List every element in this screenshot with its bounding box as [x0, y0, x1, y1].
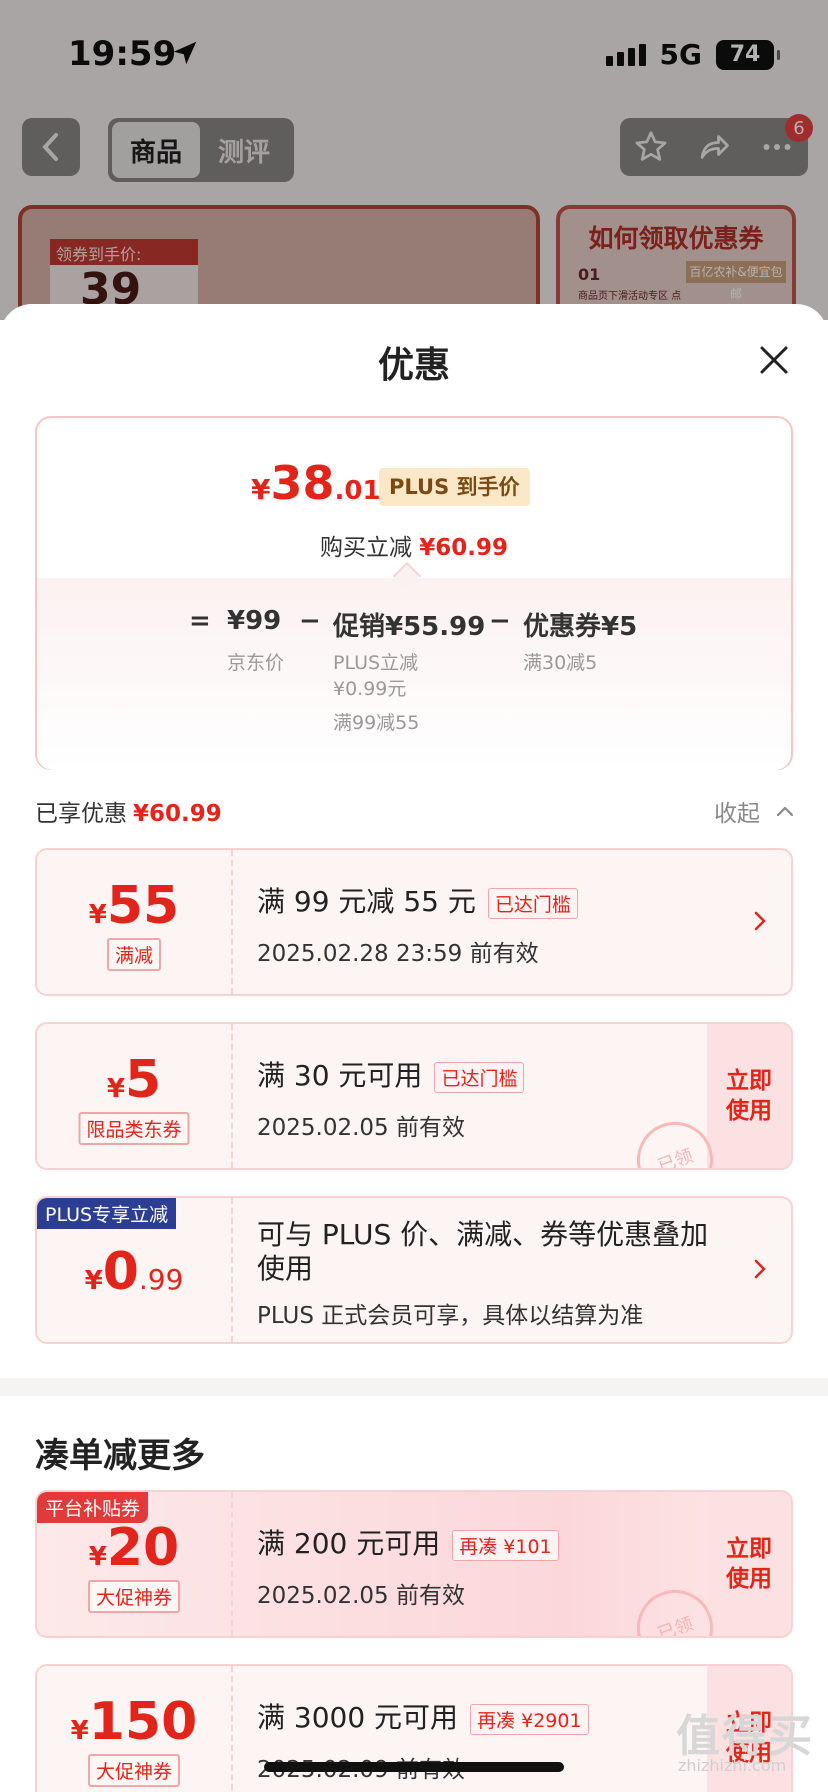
- watermark-url: zhizhizhi.com: [678, 1756, 787, 1775]
- coupon-amount: ¥5: [106, 1050, 162, 1110]
- enjoyed-amount: ¥60.99: [133, 801, 222, 827]
- coupon-description: PLUS 正式会员可享，具体以结算为准: [257, 1303, 644, 1329]
- close-icon[interactable]: [754, 340, 794, 380]
- coupon-value-area: ¥0.99: [37, 1198, 231, 1342]
- promo-amount: 促销¥55.99: [333, 612, 486, 642]
- home-indicator: [264, 1762, 564, 1772]
- coupon-amount: ¥55: [88, 876, 180, 936]
- coupon-divider: [231, 1024, 233, 1168]
- coupon-title: 满 99 元减 55 元已达门槛: [257, 880, 578, 920]
- use-now-button[interactable]: 立即使用: [707, 1024, 791, 1168]
- coupon-amount: ¥20: [88, 1518, 180, 1578]
- price-summary-card: ¥38.01 PLUS 到手价 购买立减 ¥60.99 = ¥99 京东价 − …: [35, 416, 793, 770]
- reduce-line: 购买立减 ¥60.99: [37, 528, 791, 562]
- coupon-value-area: ¥55 满减: [37, 850, 231, 994]
- promo-sub-full-reduce: 满99减55: [333, 712, 420, 734]
- promo-sub-plus-amount: ¥0.99元: [333, 678, 407, 700]
- coupon-sub: 满30减5: [523, 652, 598, 674]
- coupon-value-area: ¥5 限品类东券: [37, 1024, 231, 1168]
- coupon-value-area: ¥150 大促神券: [37, 1666, 231, 1792]
- coupon-divider: [231, 1198, 233, 1342]
- watermark-logo: 值得买: [676, 1711, 814, 1762]
- coupon-card[interactable]: ¥55 满减 满 99 元减 55 元已达门槛 2025.02.28 23:59…: [35, 848, 793, 996]
- section-divider: [0, 1378, 828, 1396]
- promo-sub-plus: PLUS立减: [333, 652, 419, 674]
- coupon-expiry: 2025.02.28 23:59 前有效: [257, 941, 539, 967]
- coupon-divider: [231, 1666, 233, 1792]
- coupon-expiry: 2025.02.05 前有效: [257, 1583, 465, 1609]
- coupon-title: 满 3000 元可用 再凑 ¥2901: [257, 1696, 589, 1736]
- threshold-badge: 已达门槛: [487, 887, 578, 919]
- needs-more-badge: 再凑 ¥101: [452, 1529, 559, 1561]
- reduce-label: 购买立减: [319, 535, 412, 561]
- coupon-type-tag: 限品类东券: [78, 1112, 190, 1145]
- sheet-title: 优惠: [377, 345, 450, 386]
- base-price: ¥99: [227, 606, 282, 636]
- enjoyed-discount: 已享优惠 ¥60.99: [35, 794, 222, 828]
- final-price: ¥38.01: [251, 456, 381, 510]
- discount-sheet: 优惠 ¥38.01 PLUS 到手价 购买立减 ¥60.99 = ¥99 京东价…: [0, 304, 828, 1792]
- chevron-right-icon[interactable]: [753, 910, 767, 932]
- coupon-amount: 优惠券¥5: [523, 612, 638, 642]
- reduce-amount: ¥60.99: [419, 535, 509, 561]
- coupon-type-tag: 大促神券: [87, 1580, 181, 1613]
- coupon-amount: ¥150: [70, 1692, 198, 1752]
- coupon-divider: [231, 1492, 233, 1636]
- coupon-title: 满 200 元可用 再凑 ¥101: [257, 1522, 559, 1562]
- needs-more-badge: 再凑 ¥2901: [470, 1703, 589, 1735]
- collapse-button[interactable]: 收起: [714, 794, 760, 828]
- coupon-title: 满 30 元可用 已达门槛: [257, 1054, 525, 1094]
- coupon-expiry: 2025.02.05 前有效: [257, 1115, 465, 1141]
- minus-sign: −: [299, 606, 321, 636]
- equals-sign: =: [189, 606, 211, 636]
- coupon-amount: ¥0.99: [84, 1242, 184, 1302]
- plus-price-tag: PLUS 到手价: [379, 468, 530, 506]
- coupon-card[interactable]: 平台补贴券 ¥20 大促神券 满 200 元可用 再凑 ¥101 2025.02.…: [35, 1490, 793, 1638]
- coupon-divider: [231, 850, 233, 994]
- chevron-right-icon[interactable]: [753, 1258, 767, 1280]
- coupon-value-area: ¥20 大促神券: [37, 1492, 231, 1636]
- threshold-badge: 已达门槛: [434, 1061, 525, 1093]
- coupon-title: 可与 PLUS 价、满减、券等优惠叠加使用: [257, 1218, 709, 1285]
- coupon-type-tag: 满减: [106, 938, 162, 971]
- background-product-page: 19:59 5G 74 商品 测评 6 领券到手价: 39 如何领取优惠券 01…: [0, 0, 828, 320]
- more-savings-title: 凑单减更多: [35, 1436, 205, 1476]
- enjoyed-label: 已享优惠: [35, 801, 127, 827]
- plus-coupon-card[interactable]: PLUS专享立减 ¥0.99 可与 PLUS 价、满减、券等优惠叠加使用 PLU…: [35, 1196, 793, 1344]
- chevron-up-icon[interactable]: [776, 804, 794, 818]
- coupon-type-tag: 大促神券: [87, 1754, 181, 1787]
- coupon-card[interactable]: ¥5 限品类东券 满 30 元可用 已达门槛 2025.02.05 前有效 立即使…: [35, 1022, 793, 1170]
- dim-overlay[interactable]: [0, 0, 828, 320]
- minus-sign: −: [489, 606, 511, 636]
- base-price-label: 京东价: [227, 652, 285, 674]
- use-now-button[interactable]: 立即使用: [707, 1492, 791, 1636]
